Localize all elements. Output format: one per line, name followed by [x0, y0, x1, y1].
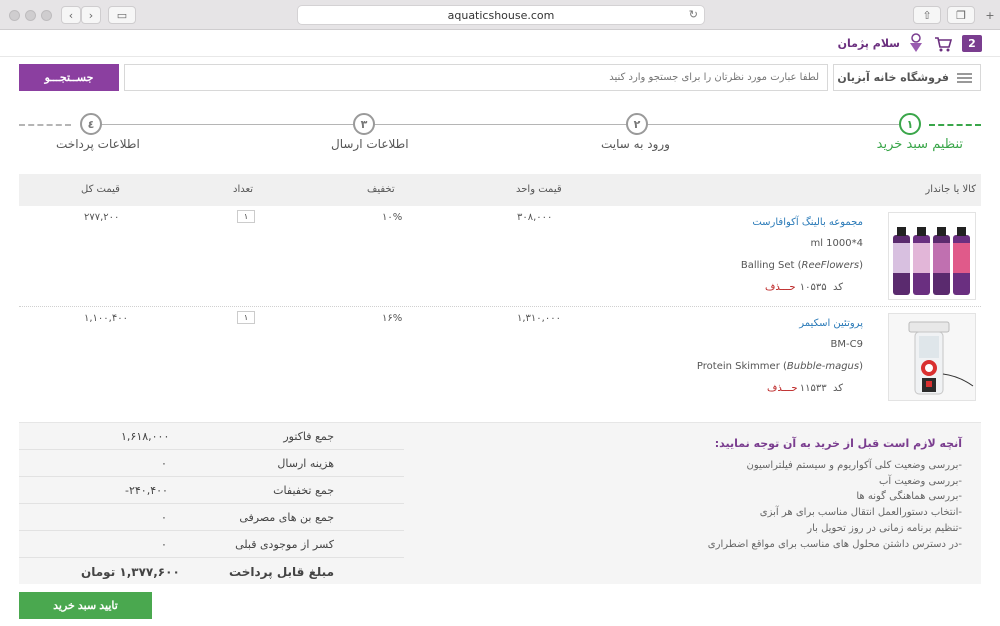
summary-label: جمع تخفیفات: [273, 484, 334, 497]
quantity-input[interactable]: ۱: [237, 210, 255, 223]
steps-dash-right: [929, 124, 981, 126]
search-button[interactable]: جســتجـــو: [19, 64, 119, 91]
browser-toolbar: ‹ › ▭ aquaticshouse.com ↻ ⇧ ❐ +: [0, 0, 1000, 30]
back-icon[interactable]: ‹: [61, 6, 81, 24]
delete-link[interactable]: حـــذف: [765, 282, 796, 293]
zoom-window-button[interactable]: [41, 10, 52, 21]
row-total: ۲۷۷,۲۰۰: [84, 212, 120, 223]
payable-value: ۱,۳۷۷,۶۰۰ تومان: [81, 565, 180, 579]
summary-row: جمع تخفیفات -۲۴۰,۴۰۰: [19, 477, 404, 504]
close-window-button[interactable]: [9, 10, 20, 21]
discount: ۱۶%: [382, 313, 403, 324]
note-item: -بررسی هماهنگی گونه ها: [856, 491, 962, 503]
summary-label: جمع بن های مصرفی: [239, 511, 334, 524]
header-unit-price: قیمت واحد: [516, 184, 562, 195]
share-icon[interactable]: ⇧: [913, 6, 941, 24]
user-greeting[interactable]: سلام پژمان: [838, 37, 900, 50]
summary-label: هزینه ارسال: [277, 457, 334, 470]
product-name-link[interactable]: پروتئین اسکیمر: [799, 318, 863, 329]
forward-icon[interactable]: ›: [81, 6, 101, 24]
note-item: -انتخاب دستورالعمل انتقال مناسب برای هر …: [759, 507, 962, 519]
cart-icon[interactable]: [934, 35, 952, 53]
product-code: کد ۱۱۵۳۳: [799, 383, 843, 394]
unit-price: ۳۰۸,۰۰۰: [517, 212, 553, 223]
header-qty: تعداد: [233, 184, 254, 195]
product-spec: BM-C9: [830, 339, 863, 350]
notes-title: آنچه لازم است قبل از خرید به آن توجه نما…: [714, 437, 962, 450]
sidebar-icon[interactable]: ▭: [108, 6, 136, 24]
summary-label: کسر از موجودی قبلی: [235, 538, 334, 551]
row-total: ۱,۱۰۰,۴۰۰: [84, 313, 128, 324]
product-spec: ml 1000*4: [810, 238, 863, 249]
summary-value: -۲۴۰,۴۰۰: [125, 484, 168, 497]
pre-purchase-notes: آنچه لازم است قبل از خرید به آن توجه نما…: [602, 437, 962, 552]
unit-price: ۱,۳۱۰,۰۰۰: [517, 313, 561, 324]
steps-line: [101, 124, 899, 125]
summary-value: ۰: [161, 538, 167, 551]
search-input[interactable]: [124, 64, 828, 91]
discount: ۱۰%: [382, 212, 403, 223]
product-name-link[interactable]: مجموعه بالینگ آکوافارست: [752, 217, 863, 228]
quantity-input[interactable]: ۱: [237, 311, 255, 324]
user-icon[interactable]: [909, 33, 923, 53]
summary-label: جمع فاکتور: [283, 430, 334, 443]
step-1-label: تنظیم سبد خرید: [876, 137, 963, 152]
site-header: 2 سلام پژمان: [0, 31, 1000, 57]
step-1-circle: ١: [899, 113, 921, 135]
product-latin-name: Protein Skimmer (Bubble-magus): [696, 361, 863, 372]
note-item: -بررسی وضعیت آب: [879, 475, 962, 487]
header-total: قیمت کل: [81, 184, 120, 195]
step-2-label: ورود به سایت: [601, 137, 670, 151]
payable-row: مبلغ قابل پرداخت ۱,۳۷۷,۶۰۰ تومان: [19, 558, 404, 586]
summary-value: ۱,۶۱۸,۰۰۰: [121, 430, 170, 443]
store-menu[interactable]: فروشگاه خانه آبزیان: [833, 64, 981, 91]
address-bar[interactable]: aquaticshouse.com ↻: [297, 5, 705, 25]
step-4-label: اطلاعات پرداخت: [56, 137, 140, 151]
confirm-cart-button[interactable]: تایید سبد خرید: [19, 592, 152, 619]
note-item: -بررسی وضعیت کلی آکواریوم و سیستم فیلترا…: [746, 460, 962, 471]
summary-row: کسر از موجودی قبلی ۰: [19, 531, 404, 558]
header-discount: تخفیف: [367, 184, 395, 195]
cart-table-header: کالا یا جاندار قیمت واحد تخفیف تعداد قیم…: [19, 174, 981, 206]
tabs-icon[interactable]: ❐: [947, 6, 975, 24]
step-3-circle: ٣: [353, 113, 375, 135]
note-item: -تنظیم برنامه زمانی در روز تحویل بار: [807, 522, 962, 534]
cart-count-badge[interactable]: 2: [962, 35, 982, 52]
header-item: کالا یا جاندار: [925, 184, 976, 195]
store-label: فروشگاه خانه آبزیان: [837, 71, 949, 84]
summary-value: ۰: [161, 511, 167, 524]
step-4-circle: ٤: [80, 113, 102, 135]
summary-value: ۰: [161, 457, 167, 470]
product-code: کد ۱۰۵۳۵: [799, 282, 843, 293]
step-3-label: اطلاعات ارسال: [331, 137, 409, 151]
delete-link[interactable]: حـــذف: [767, 383, 798, 394]
summary-row: هزینه ارسال ۰: [19, 450, 404, 477]
checkout-steps: ١ تنظیم سبد خرید ٢ ورود به سایت ٣ اطلاعا…: [19, 112, 981, 157]
note-item: -در دسترس داشتن محلول های مناسب برای موا…: [707, 538, 962, 550]
step-2-circle: ٢: [626, 113, 648, 135]
order-summary: جمع فاکتور ۱,۶۱۸,۰۰۰ هزینه ارسال ۰ جمع ت…: [19, 422, 981, 584]
minimize-window-button[interactable]: [25, 10, 36, 21]
summary-row: جمع فاکتور ۱,۶۱۸,۰۰۰: [19, 423, 404, 450]
product-latin-name: Balling Set (ReeFlowers): [740, 260, 863, 271]
reload-icon[interactable]: ↻: [689, 8, 698, 21]
product-image-protein-skimmer[interactable]: [888, 313, 976, 401]
product-image-balling-set[interactable]: [888, 212, 976, 300]
url-text: aquaticshouse.com: [447, 8, 555, 22]
payable-label: مبلغ قابل پرداخت: [229, 565, 334, 579]
steps-dash-left: [19, 124, 71, 126]
row-divider: [19, 306, 981, 307]
menu-icon: [957, 72, 972, 83]
summary-row: جمع بن های مصرفی ۰: [19, 504, 404, 531]
new-tab-icon[interactable]: +: [981, 6, 999, 24]
